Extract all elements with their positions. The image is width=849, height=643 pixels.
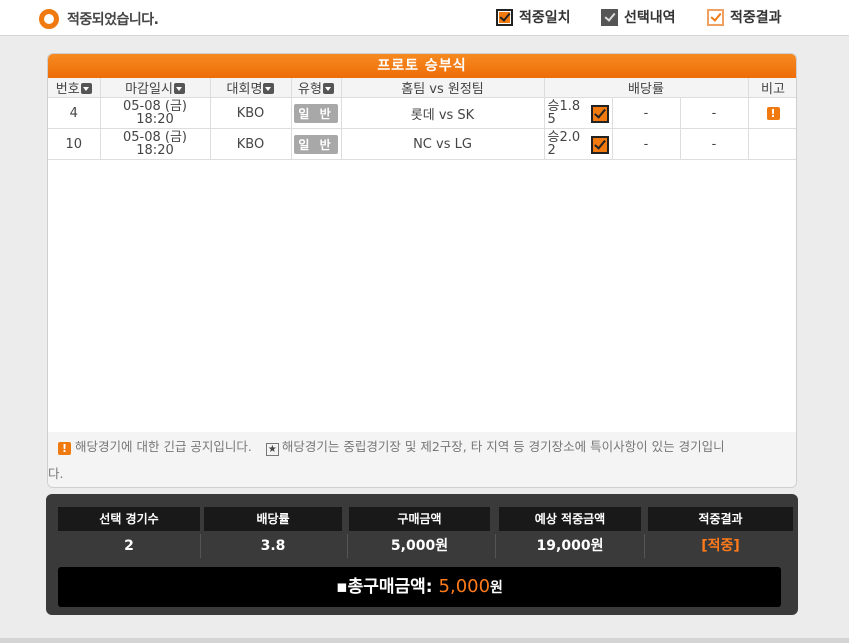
row-teams: NC vs LG [341, 128, 545, 160]
row-note [748, 128, 796, 160]
row-odds-lose[interactable]: - [680, 97, 749, 129]
selected-check-icon[interactable] [590, 136, 609, 154]
betting-panel: 프로토 승부식 번호 마감일시 대회명 유형 홈팀 vs 원정팀 배당률 비고 … [47, 53, 797, 488]
notice-line: ! 해당경기에 대한 긴급 공지입니다. ★ 해당경기는 중립경기장 및 제2구장, … [58, 432, 725, 462]
col-deadline[interactable]: 마감일시 [100, 78, 211, 98]
summary-head-expected: 예상 적중금액 [499, 507, 641, 531]
row-deadline: 05-08 (금) 18:20 [100, 128, 211, 160]
summary-head-games: 선택 경기수 [58, 507, 200, 531]
total-unit: 원 [490, 580, 503, 596]
summary-head-purchase: 구매금액 [349, 507, 490, 531]
table-header-row: 번호 마감일시 대회명 유형 홈팀 vs 원정팀 배당률 비고 [48, 78, 796, 98]
legend-result: 적중결과 [707, 7, 782, 27]
row-type: 일 반 [291, 128, 342, 160]
selected-check-icon[interactable] [590, 105, 609, 123]
total-label: ▪총구매금액: [336, 577, 439, 597]
status-ring-icon [39, 9, 59, 29]
summary-odds-value: 3.8 [260, 538, 286, 554]
row-note: ! [748, 97, 796, 129]
win-odds: 승1.8 5 [547, 99, 581, 127]
sort-down-icon[interactable] [263, 83, 275, 94]
type-badge: 일 반 [294, 134, 338, 154]
legend-result-label: 적중결과 [730, 10, 782, 26]
row-odds-draw[interactable]: - [612, 128, 681, 160]
table-row: 10 05-08 (금) 18:20 KBO 일 반 NC vs LG 승2.0 … [48, 128, 796, 160]
row-deadline: 05-08 (금) 18:20 [100, 97, 211, 129]
panel-title: 프로토 승부식 [48, 54, 796, 78]
summary-purchase-value: 5,000원 [390, 538, 449, 554]
legend-selection: 선택내역 [601, 7, 676, 27]
summary-result-value: [적중] [701, 538, 740, 554]
selection-check-icon [601, 8, 618, 26]
row-odds-draw[interactable]: - [612, 97, 681, 129]
row-teams: 롯데 vs SK [341, 97, 545, 129]
row-odds-win[interactable]: 승2.0 2 [544, 128, 613, 160]
col-teams: 홈팀 vs 원정팀 [341, 78, 545, 98]
top-bar: 적중되었습니다. 적중일치 선택내역 적중결과 [0, 0, 849, 36]
urgent-notice-icon[interactable]: ! [766, 106, 780, 120]
urgent-notice-icon: ! [58, 442, 71, 455]
sort-down-icon[interactable] [80, 83, 92, 94]
summary-divider [200, 534, 201, 558]
result-check-icon [707, 8, 724, 26]
total-amount: 5,000 [438, 576, 491, 597]
type-badge: 일 반 [294, 103, 338, 123]
col-note: 비고 [748, 78, 796, 98]
legend-match-label: 적중일치 [519, 10, 571, 26]
sort-down-icon[interactable] [322, 83, 334, 94]
notice-line-cont: 다. [48, 466, 64, 481]
legend-selection-label: 선택내역 [624, 10, 676, 26]
purchase-summary: 선택 경기수 배당률 구매금액 예상 적중금액 적중결과 2 3.8 5,000… [46, 494, 798, 615]
row-league: KBO [210, 128, 292, 160]
summary-divider [347, 534, 348, 558]
total-purchase-bar: ▪총구매금액: 5,000원 [58, 567, 781, 607]
summary-divider [644, 534, 645, 558]
win-odds: 승2.0 2 [547, 130, 581, 158]
col-odds: 배당률 [544, 78, 749, 98]
summary-head-odds: 배당률 [204, 507, 342, 531]
col-no[interactable]: 번호 [48, 78, 101, 98]
star-icon: ★ [265, 443, 279, 456]
summary-divider [495, 534, 496, 558]
summary-games-value: 2 [124, 538, 134, 554]
summary-expected-value: 19,000원 [536, 538, 604, 554]
match-table: 번호 마감일시 대회명 유형 홈팀 vs 원정팀 배당률 비고 4 05-08 … [48, 78, 796, 160]
bottom-divider [0, 638, 849, 643]
match-check-icon [496, 8, 513, 26]
row-type: 일 반 [291, 97, 342, 129]
col-type[interactable]: 유형 [291, 78, 342, 98]
row-no: 4 [48, 97, 101, 129]
legend-match: 적중일치 [496, 7, 571, 27]
notice-area: ! 해당경기에 대한 긴급 공지입니다. ★ 해당경기는 중립경기장 및 제2구장, … [48, 432, 796, 487]
special-venue-text: 해당경기는 중립경기장 및 제2구장, 타 지역 등 경기장소에 특이사항이 있… [281, 439, 725, 454]
row-odds-lose[interactable]: - [680, 128, 749, 160]
col-league[interactable]: 대회명 [210, 78, 292, 98]
status-message: 적중되었습니다. [67, 12, 159, 28]
summary-head-result: 적중결과 [648, 507, 793, 531]
table-row: 4 05-08 (금) 18:20 KBO 일 반 롯데 vs SK 승1.8 5… [48, 97, 796, 129]
urgent-notice-text: 해당경기에 대한 긴급 공지입니다. [75, 439, 252, 454]
row-odds-win[interactable]: 승1.8 5 [544, 97, 613, 129]
row-league: KBO [210, 97, 292, 129]
row-no: 10 [48, 128, 101, 160]
sort-down-icon[interactable] [173, 83, 185, 94]
